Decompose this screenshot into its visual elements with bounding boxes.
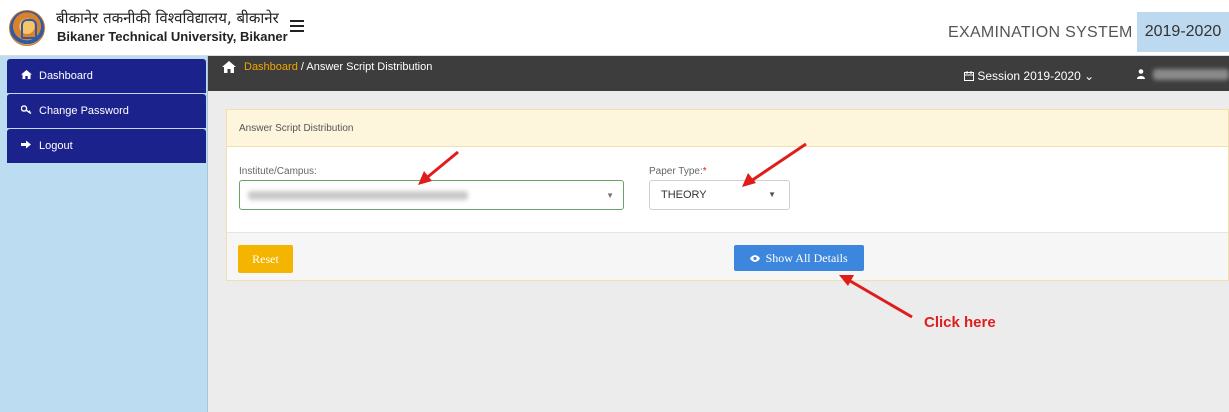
home-icon bbox=[21, 60, 35, 94]
show-all-details-button[interactable]: Show All Details bbox=[734, 245, 864, 271]
sidebar-item-label: Change Password bbox=[39, 105, 129, 117]
key-icon bbox=[20, 95, 35, 129]
reset-button[interactable]: Reset bbox=[238, 245, 293, 273]
sidebar-item-logout[interactable]: Logout bbox=[7, 129, 206, 163]
paper-type-value: THEORY bbox=[661, 189, 707, 201]
sidebar-item-change-password[interactable]: Change Password bbox=[7, 94, 206, 128]
session-dropdown[interactable]: Session 2019-2020 ⌄ bbox=[964, 69, 1094, 83]
paper-type-label: Paper Type:* bbox=[649, 166, 707, 177]
eye-icon bbox=[750, 254, 762, 264]
institute-label: Institute/Campus: bbox=[239, 166, 317, 177]
hamburger-menu-icon[interactable] bbox=[290, 20, 304, 32]
answer-script-panel: Answer Script Distribution Institute/Cam… bbox=[226, 109, 1229, 281]
session-value: 2019-2020 bbox=[1023, 69, 1081, 83]
user-icon[interactable] bbox=[1137, 69, 1145, 82]
university-logo bbox=[9, 10, 45, 46]
chevron-down-icon: ▼ bbox=[606, 191, 614, 200]
user-name-redacted[interactable] bbox=[1153, 69, 1229, 80]
sidebar: Dashboard Change Password Logout bbox=[0, 56, 208, 412]
show-all-details-label: Show All Details bbox=[765, 250, 848, 265]
panel-title: Answer Script Distribution bbox=[227, 110, 1228, 147]
breadcrumb-current: Answer Script Distribution bbox=[306, 61, 433, 73]
sign-out-icon bbox=[21, 130, 35, 164]
breadcrumb-bar: Dashboard / Answer Script Distribution S… bbox=[208, 56, 1229, 91]
home-icon[interactable] bbox=[222, 61, 236, 73]
university-name-hindi: बीकानेर तकनीकी विश्वविद्यालय, बीकानेर bbox=[56, 9, 279, 27]
app-root: बीकानेर तकनीकी विश्वविद्यालय, बीकानेर Bi… bbox=[0, 0, 1229, 412]
system-year-badge: 2019-2020 bbox=[1137, 12, 1229, 52]
session-label: Session bbox=[977, 69, 1021, 83]
panel-footer: Reset Show All Details bbox=[227, 232, 1228, 280]
click-here-annotation: Click here bbox=[924, 314, 996, 331]
sidebar-item-dashboard[interactable]: Dashboard bbox=[7, 59, 206, 93]
required-mark: * bbox=[702, 166, 707, 177]
system-title: EXAMINATION SYSTEM bbox=[948, 24, 1133, 41]
calendar-icon bbox=[964, 69, 977, 83]
paper-type-select[interactable]: THEORY ▼ bbox=[649, 180, 790, 210]
chevron-down-icon: ⌄ bbox=[1084, 69, 1095, 83]
breadcrumb: Dashboard / Answer Script Distribution bbox=[244, 61, 432, 73]
sidebar-item-label: Dashboard bbox=[39, 70, 93, 82]
university-name-english: Bikaner Technical University, Bikaner bbox=[57, 29, 288, 44]
chevron-down-icon: ▼ bbox=[768, 190, 776, 199]
institute-value-redacted bbox=[248, 191, 468, 200]
arrow-to-show-button bbox=[839, 275, 913, 319]
top-header: बीकानेर तकनीकी विश्वविद्यालय, बीकानेर Bi… bbox=[0, 0, 1229, 56]
institute-select[interactable]: ▼ bbox=[239, 180, 624, 210]
sidebar-item-label: Logout bbox=[39, 140, 73, 152]
breadcrumb-link-dashboard[interactable]: Dashboard bbox=[244, 61, 298, 73]
